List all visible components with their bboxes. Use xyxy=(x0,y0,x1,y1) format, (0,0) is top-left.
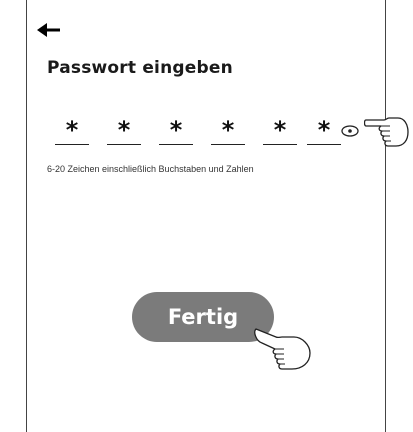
password-field[interactable]: * * * * * * xyxy=(47,112,357,148)
password-slot-6: * xyxy=(307,112,341,145)
password-hint: 6-20 Zeichen einschließlich Buchstaben u… xyxy=(47,164,254,174)
pointing-hand-icon xyxy=(254,328,311,370)
show-password-toggle[interactable] xyxy=(341,122,359,137)
arrow-left-icon xyxy=(37,23,60,37)
password-slot-2: * xyxy=(107,112,141,145)
eye-icon xyxy=(341,125,359,137)
password-slot-1: * xyxy=(55,112,89,145)
password-slot-5: * xyxy=(263,112,297,145)
phone-screen: Passwort eingeben * * * * * * 6-20 Zeich… xyxy=(26,0,386,432)
pointing-hand-icon xyxy=(364,117,409,147)
done-button[interactable]: Fertig xyxy=(132,292,274,342)
password-slot-4: * xyxy=(211,112,245,145)
page-title: Passwort eingeben xyxy=(47,58,233,78)
password-slot-3: * xyxy=(159,112,193,145)
back-button[interactable] xyxy=(37,22,61,38)
